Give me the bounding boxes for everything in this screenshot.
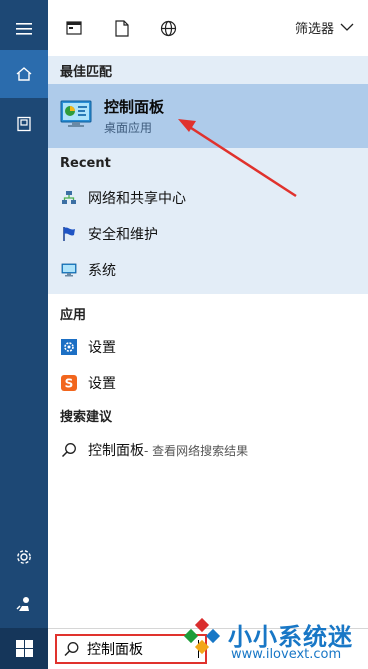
documents-button[interactable] xyxy=(0,100,48,148)
user-button[interactable] xyxy=(0,580,48,628)
watermark-url: www.ilovext.com xyxy=(231,647,342,662)
suggestion-query: 控制面板 xyxy=(88,443,144,459)
apps-heading: 应用 xyxy=(60,308,87,323)
svg-text:S: S xyxy=(65,377,74,391)
network-icon xyxy=(60,189,78,207)
watermark-logo-icon xyxy=(183,618,221,655)
suggestions-heading: 搜索建议 xyxy=(60,410,113,425)
app-item-label: 设置 xyxy=(88,340,116,356)
settings-app-icon xyxy=(60,338,78,356)
app-item-settings-sogou[interactable]: S 设置 xyxy=(48,365,368,401)
app-item-label: 设置 xyxy=(88,376,116,392)
search-scope-bar: 筛选器 xyxy=(48,0,368,56)
best-match-name: 控制面板 xyxy=(104,98,165,116)
home-icon xyxy=(16,67,32,81)
app-item-settings[interactable]: 设置 xyxy=(48,329,368,365)
more-results: 应用 设置 S 设置 搜索建议 控制面板 - 查看网络搜索结果 xyxy=(48,294,368,628)
recent-item-label: 安全和维护 xyxy=(88,227,158,243)
suggestion-hint: - 查看网络搜索结果 xyxy=(144,443,249,458)
documents-icon xyxy=(17,116,31,132)
start-button[interactable] xyxy=(0,628,48,669)
web-scope-button[interactable] xyxy=(156,16,180,40)
user-icon xyxy=(16,597,29,611)
recent-item-label: 网络和共享中心 xyxy=(88,191,186,207)
filter-label: 筛选器 xyxy=(294,22,334,37)
globe-icon xyxy=(160,20,176,36)
menu-icon xyxy=(16,23,32,35)
app-window-icon xyxy=(66,21,82,35)
search-icon xyxy=(60,441,78,459)
flag-icon xyxy=(60,225,78,243)
start-left-rail xyxy=(0,0,48,669)
control-panel-icon xyxy=(60,100,92,128)
recent-section: Recent 网络和共享中心 安全和维护 系统 xyxy=(48,150,368,294)
best-match-heading: 最佳匹配 xyxy=(60,65,113,80)
chevron-down-icon xyxy=(340,23,354,31)
recent-item-security[interactable]: 安全和维护 xyxy=(48,216,368,252)
menu-button[interactable] xyxy=(0,5,48,53)
windows-icon xyxy=(15,640,33,657)
web-suggestion-item[interactable]: 控制面板 - 查看网络搜索结果 xyxy=(48,432,368,468)
search-icon xyxy=(64,642,79,657)
document-icon xyxy=(115,19,129,37)
gear-icon xyxy=(17,550,31,564)
recent-heading: Recent xyxy=(60,156,111,171)
sogou-icon: S xyxy=(60,374,78,392)
apps-scope-button[interactable] xyxy=(62,16,86,40)
best-match-item[interactable]: 控制面板 桌面应用 xyxy=(48,84,368,148)
settings-button[interactable] xyxy=(0,533,48,581)
recent-item-label: 系统 xyxy=(88,263,116,279)
best-match-subtitle: 桌面应用 xyxy=(104,121,153,135)
filter-dropdown[interactable]: 筛选器 xyxy=(295,18,354,37)
home-button[interactable] xyxy=(0,50,48,98)
monitor-icon xyxy=(60,261,78,279)
recent-item-system[interactable]: 系统 xyxy=(48,252,368,288)
search-results-panel: 筛选器 最佳匹配 控制面板 桌面应用 Recent 网络和共享中心 安全和维护 … xyxy=(48,0,368,628)
watermark: 小小系统迷 www.ilovext.com xyxy=(178,612,368,669)
documents-scope-button[interactable] xyxy=(110,16,134,40)
recent-item-network[interactable]: 网络和共享中心 xyxy=(48,180,368,216)
